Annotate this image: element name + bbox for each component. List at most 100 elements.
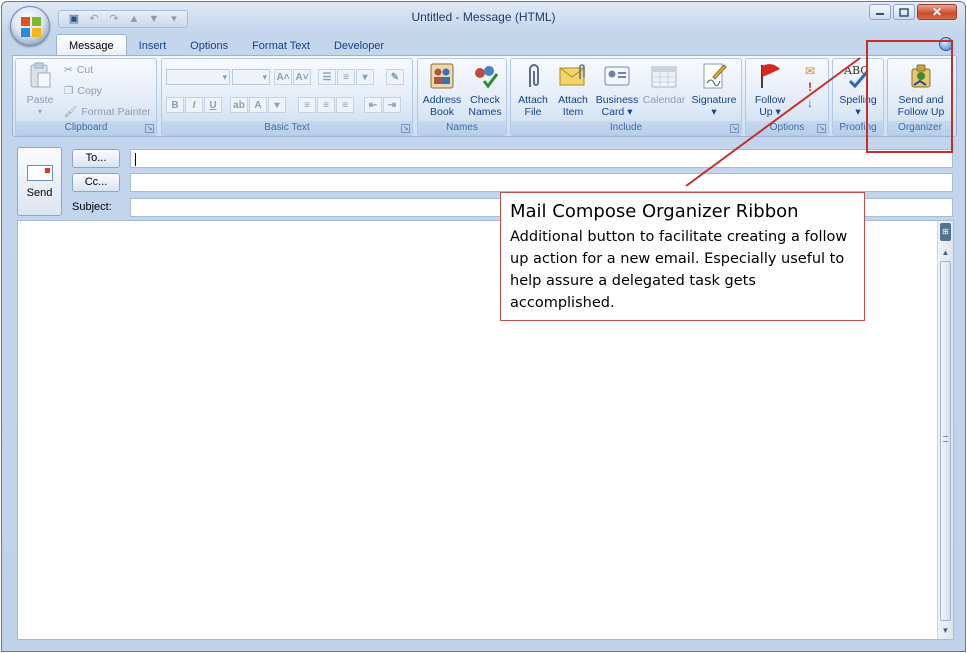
copy-label: Copy [77,85,102,97]
signature-label: Signature ▾ [691,94,737,118]
office-logo-icon [21,17,41,37]
tab-message[interactable]: Message [56,34,127,56]
decrease-indent-icon[interactable]: ⇤ [364,97,382,113]
underline-icon[interactable]: U [204,97,222,113]
signature-icon [703,63,727,89]
group-clipboard: Paste ▾ ✂ Cut ❐ Copy 🖌 Format Painter Clipb… [15,58,157,136]
attach-item-label: Attach Item [558,94,588,118]
font-color-icon[interactable]: A [249,97,267,113]
italic-icon[interactable]: I [185,97,203,113]
font-size-combo[interactable] [232,69,270,85]
close-icon: ✕ [931,5,943,19]
minimize-button[interactable] [869,4,891,20]
address-book-button[interactable]: Address Book [420,61,464,118]
callout-title: Mail Compose Organizer Ribbon [510,201,799,222]
red-flag-icon [761,64,780,88]
names-group-label: Names [418,121,506,135]
window-title: Untitled - Message (HTML) [411,10,556,24]
business-card-icon [604,66,630,86]
callout-body: Additional button to facilitate creating… [510,229,848,311]
check-names-icon [475,66,499,89]
align-buttons: ≡ ≡ ≡ [298,97,354,113]
increase-indent-icon[interactable]: ⇥ [383,97,401,113]
vertical-scrollbar[interactable]: ⊞ ▲ ▼ [937,221,953,639]
text-caret [135,153,136,167]
signature-button[interactable]: Signature ▾ [689,61,739,118]
window-controls: ✕ [869,4,957,20]
color-buttons: ab A ▾ [230,97,286,113]
business-card-button[interactable]: Business Card ▾ [593,61,641,118]
restore-icon [899,7,909,17]
scroll-thumb[interactable] [940,261,951,621]
format-painter-label: Format Painter [81,105,151,118]
clear-formatting-icon[interactable]: ✎ [386,69,404,85]
attach-item-button[interactable]: Attach Item [553,61,593,118]
business-card-label: Business Card ▾ [595,94,639,118]
format-painter-button[interactable]: 🖌 Format Painter [64,105,151,119]
options-dialog-launcher-icon[interactable]: ↘ [817,124,826,133]
high-importance-icon[interactable]: ! [798,79,822,95]
ribbon-tabs: Message Insert Options Format Text Devel… [12,34,396,56]
indent-buttons: ⇤ ⇥ [364,97,401,113]
align-right-icon[interactable]: ≡ [336,97,354,113]
outlook-message-window: ▣ ↶ ↷ ▲ ▼ ▾ Untitled - Message (HTML) ✕ [1,1,966,652]
paste-button[interactable]: Paste ▾ [20,61,60,118]
ruler-toggle-icon[interactable]: ⊞ [940,223,951,241]
grow-font-icon[interactable]: A˄ [274,69,292,85]
clipboard-group-label: Clipboard [16,121,156,135]
to-field[interactable] [130,149,953,168]
close-button[interactable]: ✕ [917,4,957,20]
numbering-icon[interactable]: ≡ [337,69,355,85]
annotation-callout: Mail Compose Organizer Ribbon Additional… [500,192,865,321]
styles-icon[interactable]: ▾ [356,69,374,85]
clipboard-dialog-launcher-icon[interactable]: ↘ [145,124,154,133]
clear-format-buttons: ✎ [386,69,404,85]
font-size-buttons: A˄ A˅ [274,69,311,85]
basic-text-dialog-launcher-icon[interactable]: ↘ [401,124,410,133]
cut-button[interactable]: ✂ Cut [64,64,93,76]
ribbon: Paste ▾ ✂ Cut ❐ Copy 🖌 Format Painter Clipb… [12,55,957,137]
tab-insert[interactable]: Insert [127,36,179,56]
address-book-icon [430,63,454,89]
restore-button[interactable] [893,4,915,20]
importance-icons: ✉ ! ↓ [798,63,822,111]
font-name-combo[interactable] [166,69,230,85]
align-left-icon[interactable]: ≡ [298,97,316,113]
send-label: Send [26,186,53,199]
bold-icon[interactable]: B [166,97,184,113]
scroll-up-icon[interactable]: ▲ [940,247,951,259]
tab-format-text[interactable]: Format Text [240,36,322,56]
cc-field[interactable] [130,173,953,192]
paste-icon [30,62,51,88]
color-dropdown-icon[interactable]: ▾ [268,97,286,113]
send-button[interactable]: Send [17,147,62,216]
highlight-icon[interactable]: ab [230,97,248,113]
permission-icon[interactable]: ✉ [798,63,822,79]
scroll-down-icon[interactable]: ▼ [940,625,951,637]
shrink-font-icon[interactable]: A˅ [293,69,311,85]
cut-label: Cut [76,64,94,76]
attach-file-button[interactable]: Attach File [513,61,553,118]
tab-developer[interactable]: Developer [322,36,396,56]
title-bar: ▣ ↶ ↷ ▲ ▼ ▾ Untitled - Message (HTML) ✕ [2,2,965,32]
include-dialog-launcher-icon[interactable]: ↘ [730,124,739,133]
paperclip-icon [529,64,539,87]
copy-button[interactable]: ❐ Copy [64,85,102,97]
calendar-button[interactable]: Calendar [641,61,687,106]
to-button[interactable]: To... [72,149,120,168]
tab-options[interactable]: Options [178,36,240,56]
follow-up-label: Follow Up ▾ [754,94,786,118]
align-center-icon[interactable]: ≡ [317,97,335,113]
copy-icon: ❐ [64,85,74,97]
group-options: Follow Up ▾ ✉ ! ↓ Options ↘ [745,58,829,136]
options-group-label: Options [746,121,828,135]
low-importance-icon[interactable]: ↓ [798,95,822,111]
subject-label: Subject: [72,201,112,213]
cc-button[interactable]: Cc... [72,173,120,192]
follow-up-button[interactable]: Follow Up ▾ [748,61,792,118]
calendar-icon [651,66,677,88]
check-names-button[interactable]: Check Names [464,61,506,118]
address-book-label: Address Book [422,94,462,118]
bullets-icon[interactable]: ☰ [318,69,336,85]
office-button[interactable] [10,6,50,46]
